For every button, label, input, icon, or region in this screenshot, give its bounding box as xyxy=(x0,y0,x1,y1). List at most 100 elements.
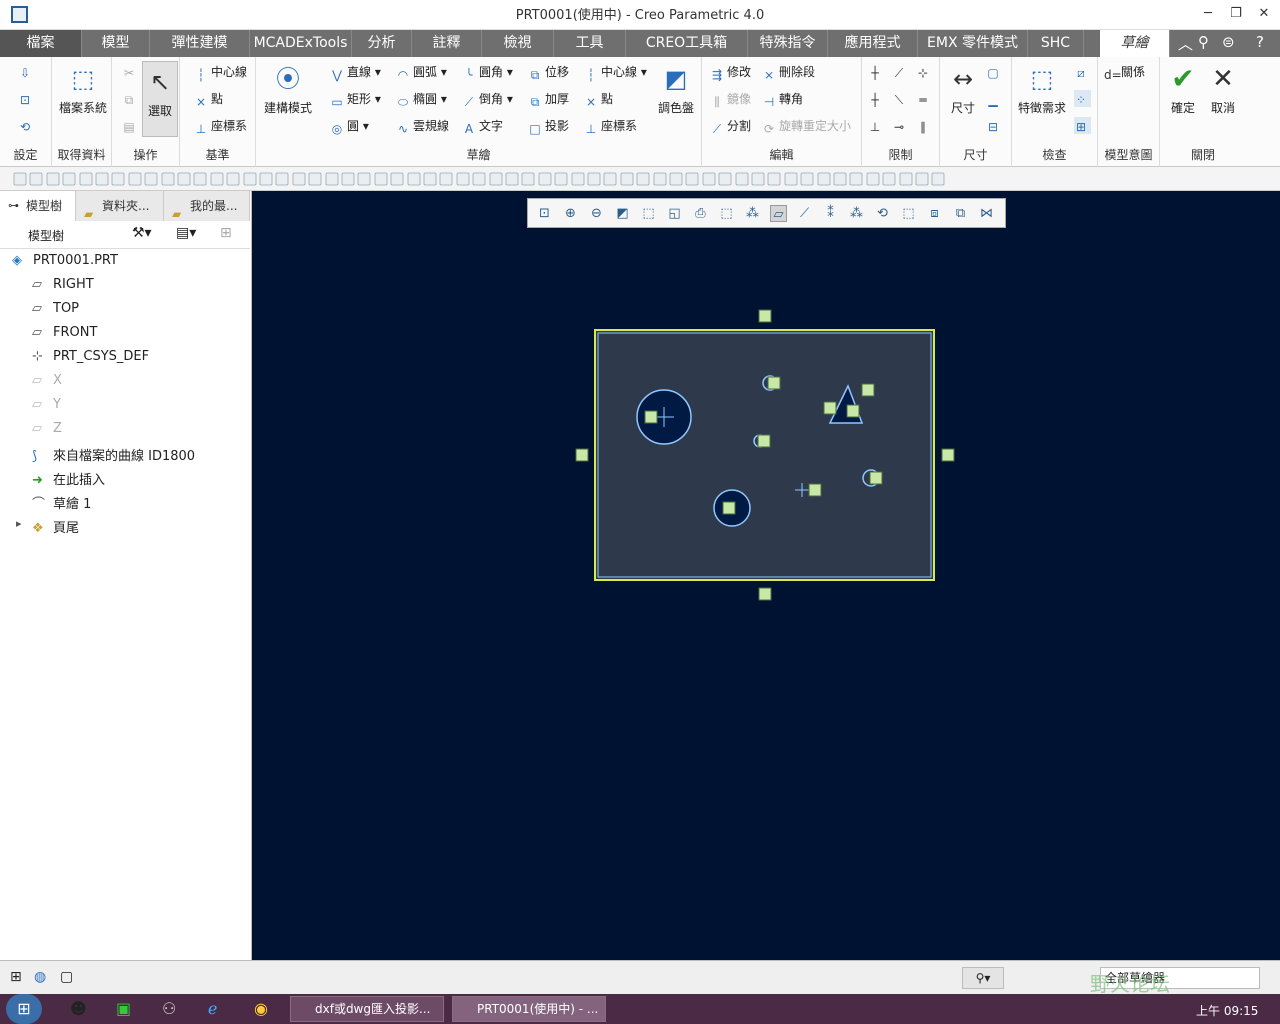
taskbar-firefox-window[interactable]: dxf或dwg匯入投影... xyxy=(290,996,444,1022)
tree-item[interactable]: ▱ Z xyxy=(32,421,62,436)
toolbar-tool-icon[interactable] xyxy=(275,172,289,186)
toolbar-tool-icon[interactable] xyxy=(784,172,798,186)
vertex-display-icon[interactable]: ⁂ xyxy=(848,205,865,222)
tree-item[interactable]: ▸ ❖ 頁尾 xyxy=(16,517,79,536)
toolbar-tool-icon[interactable] xyxy=(292,172,306,186)
constraint-display-icon[interactable]: ⟲ xyxy=(874,205,891,222)
constraint-marker-icon[interactable] xyxy=(861,383,875,397)
constraint-marker-icon[interactable] xyxy=(757,434,771,448)
perspective-icon[interactable]: ⬚ xyxy=(718,205,735,222)
tab-shc[interactable]: SHC xyxy=(1028,30,1084,57)
tree-filter-icon[interactable]: ⊞ xyxy=(220,225,232,241)
text-button[interactable]: A 文字 xyxy=(462,117,503,136)
toolbar-tool-icon[interactable] xyxy=(407,172,420,186)
find-icon[interactable]: ⚲▾ xyxy=(962,967,1004,989)
cut-icon[interactable]: ✂ xyxy=(122,63,139,80)
tree-item[interactable]: ⊹ PRT_CSYS_DEF xyxy=(32,349,149,364)
tab-creo-toolbox[interactable]: CREO工具箱 xyxy=(626,30,748,57)
toolbar-tool-icon[interactable] xyxy=(46,172,60,186)
rectangle-button[interactable]: ▭ 矩形 ▾ xyxy=(330,90,381,109)
tree-columns-icon[interactable]: ▤▾ xyxy=(176,225,196,241)
file-system-button[interactable]: ⬚ 檔案系統 xyxy=(56,63,110,116)
sketch-canvas[interactable] xyxy=(252,191,1280,960)
group-constrain-label[interactable]: 限制 xyxy=(862,146,939,163)
highlight-open-ends-icon[interactable]: ⁘ xyxy=(1074,90,1091,107)
toolbar-tool-icon[interactable] xyxy=(521,172,535,186)
cancel-button[interactable]: ✕ 取消 xyxy=(1204,63,1242,116)
project-button[interactable]: □ 投影 xyxy=(528,117,569,136)
toolbar-tool-icon[interactable] xyxy=(193,172,207,186)
toolbar-tool-icon[interactable] xyxy=(751,172,765,186)
annotation-display-icon[interactable]: ⟋ xyxy=(796,205,813,222)
tree-item[interactable]: ⟆ 來自檔案的曲線 ID1800 xyxy=(32,445,195,464)
dimension-button[interactable]: ↔ 尺寸 xyxy=(944,63,982,116)
toolbar-tool-icon[interactable] xyxy=(62,172,76,186)
sketch-point-button[interactable]: × 點 xyxy=(584,90,613,109)
toolbar-tool-icon[interactable] xyxy=(817,172,830,186)
vertical-constraint-icon[interactable]: ┼ xyxy=(868,63,885,80)
sketch-csys-button[interactable]: ⊥ 座標系 xyxy=(584,117,637,136)
zoom-in-icon[interactable]: ⊕ xyxy=(562,205,579,222)
sketch-rectangle[interactable] xyxy=(594,329,935,581)
baseline-icon[interactable]: ▁ xyxy=(986,90,1003,107)
toolbar-tool-icon[interactable] xyxy=(79,172,92,186)
toolbar-tool-icon[interactable] xyxy=(767,172,781,186)
relations-button[interactable]: d=關係 xyxy=(1104,63,1145,82)
toolbar-tool-icon[interactable] xyxy=(439,172,453,186)
toolbar-tool-icon[interactable] xyxy=(13,172,27,186)
collapse-ribbon-icon[interactable]: ︿ xyxy=(1178,33,1193,54)
toolbar-tool-icon[interactable] xyxy=(669,172,683,186)
paste-icon[interactable]: ▤ xyxy=(122,117,139,134)
overlap-geometry-icon[interactable]: ⧄ xyxy=(1074,63,1091,80)
start-button[interactable]: ⊞ xyxy=(6,994,42,1024)
toolbar-tool-icon[interactable] xyxy=(915,172,929,186)
fullscreen-icon[interactable]: ▢ xyxy=(60,969,73,985)
tab-analysis[interactable]: 分析 xyxy=(352,30,412,57)
zoom-out-icon[interactable]: ⊖ xyxy=(588,205,605,222)
constraint-marker-icon[interactable] xyxy=(823,401,837,415)
toolbar-tool-icon[interactable] xyxy=(833,172,847,186)
corner-button[interactable]: ⊣ 轉角 xyxy=(762,90,803,109)
expand-arrow-icon[interactable]: ▸ xyxy=(16,517,22,530)
spline-button[interactable]: ∿ 雲規線 xyxy=(396,117,449,136)
toolbar-tool-icon[interactable] xyxy=(554,172,568,186)
toolbar-tool-icon[interactable] xyxy=(866,172,880,186)
ie-icon[interactable]: ℯ xyxy=(208,999,217,1018)
delete-segment-button[interactable]: ⨯ 刪除段 xyxy=(762,63,815,82)
toolbar-tool-icon[interactable] xyxy=(538,172,552,186)
toolbar-tool-icon[interactable] xyxy=(210,172,224,186)
toolbar-tool-icon[interactable] xyxy=(931,172,945,186)
fit-sketch-icon[interactable]: ⋈ xyxy=(978,205,995,222)
tab-view[interactable]: 檢視 xyxy=(482,30,554,57)
tangent-constraint-icon[interactable]: ⟋ xyxy=(892,63,909,80)
toolbar-tool-icon[interactable] xyxy=(899,172,912,186)
close-icon[interactable]: ✕ xyxy=(1251,3,1277,25)
toolbar-tool-icon[interactable] xyxy=(456,172,470,186)
group-operations-label[interactable]: 操作 xyxy=(112,146,179,163)
group-inspect-label[interactable]: 檢查 xyxy=(1012,146,1097,163)
constraint-marker-icon[interactable] xyxy=(758,309,772,323)
ok-button[interactable]: ✔ 確定 xyxy=(1164,63,1202,116)
datum-point-button[interactable]: × 點 xyxy=(194,90,223,109)
sketch-view-icon[interactable]: ⟲ xyxy=(18,117,35,134)
datum-csys-button[interactable]: ⊥ 座標系 xyxy=(194,117,247,136)
fillet-button[interactable]: ╰ 圓角 ▾ xyxy=(462,63,512,82)
toolbar-tool-icon[interactable] xyxy=(718,172,732,186)
chamfer-button[interactable]: ⟋ 倒角 ▾ xyxy=(462,90,513,109)
group-dimension-label[interactable]: 尺寸 xyxy=(940,146,1011,163)
toolbar-tool-icon[interactable] xyxy=(259,172,273,186)
tree-item[interactable]: ➜ 在此插入 xyxy=(32,469,105,488)
tree-item[interactable]: ▱ FRONT xyxy=(32,325,97,340)
offset-button[interactable]: ⧉ 位移 xyxy=(528,63,569,82)
help-icon[interactable]: ? xyxy=(1256,33,1264,51)
point-display-icon[interactable]: ⁑ xyxy=(822,205,839,222)
divide-button[interactable]: ⟋ 分割 xyxy=(710,117,751,136)
constraint-marker-icon[interactable] xyxy=(722,501,736,515)
select-button[interactable]: ↖ 選取 xyxy=(142,61,178,137)
horizontal-constraint-icon[interactable]: ⊸ xyxy=(892,117,909,134)
toolbar-tool-icon[interactable] xyxy=(849,172,863,186)
sketch-centerline-button[interactable]: ┆ 中心線 ▾ xyxy=(584,63,646,82)
tab-sketch[interactable]: 草繪 xyxy=(1100,30,1170,57)
toolbar-tool-icon[interactable] xyxy=(128,172,142,186)
dimension-display-icon[interactable]: ⧉ xyxy=(952,205,969,222)
